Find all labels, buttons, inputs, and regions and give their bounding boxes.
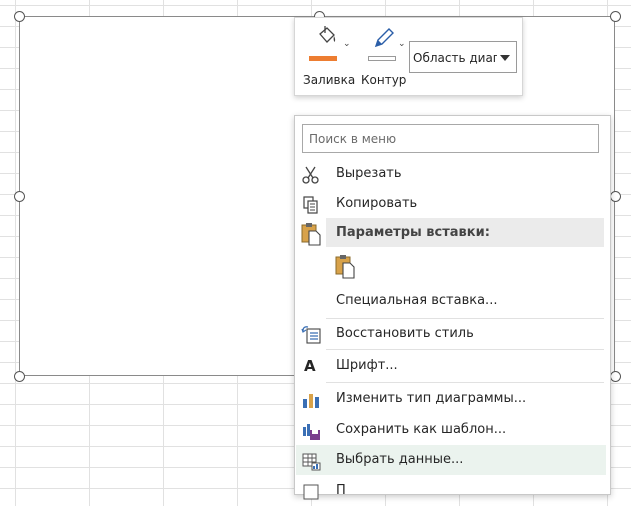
menu-item-paste-special[interactable]: Специальная вставка... [296,286,606,316]
menu-item-reset-style[interactable]: Восстановить стиль [296,319,606,349]
menu-item-label: Вырезать [336,166,402,181]
font-icon: A [304,357,316,375]
menu-item-copy[interactable]: Копировать [296,189,606,219]
menu-item-label: Выбрать данные... [336,452,464,467]
menu-item-change-chart-type[interactable]: Изменить тип диаграммы... [296,384,606,414]
chart-element-select[interactable]: Область диаграммы [409,41,517,73]
section-label: Параметры вставки: [336,225,490,240]
menu-item-font[interactable]: A Шрифт... [296,351,606,381]
menu-item-label: Шрифт... [336,358,398,373]
resize-handle-bottom-right[interactable] [610,371,621,382]
menu-item-save-as-template[interactable]: Сохранить как шаблон... [296,415,606,445]
paste-option-keep-formatting[interactable] [328,249,362,283]
chart-element-value: Область диаграммы [413,51,497,65]
save-template-icon [303,424,320,440]
paint-bucket-icon [319,26,336,43]
chevron-down-icon[interactable]: ⌄ [398,39,406,49]
menu-item-label: Изменить тип диаграммы... [336,391,527,406]
context-menu: Вырезать Копировать Параметры вставки: С… [294,115,611,500]
menu-item-label: Восстановить стиль [336,326,474,341]
change-chart-type-icon [303,394,319,408]
pencil-icon [374,28,394,48]
menu-item-label: Копировать [336,196,418,211]
menu-item-next[interactable]: П [296,476,606,506]
menu-item-label: Сохранить как шаблон... [336,422,507,437]
clipboard-icon [301,223,321,246]
copy-icon [303,196,318,214]
resize-handle-right[interactable] [610,191,621,202]
paste-icon [335,255,355,279]
paste-options-header: Параметры вставки: [326,218,604,247]
menu-item-cut[interactable]: Вырезать [296,159,606,189]
resize-handle-bottom-left[interactable] [14,371,25,382]
resize-handle-top-right[interactable] [610,11,621,22]
scissors-icon [302,166,319,184]
reset-style-icon [301,326,321,344]
menu-separator [326,382,604,383]
chevron-down-icon[interactable]: ⌄ [343,39,351,49]
menu-item-label: П [336,483,346,498]
dropdown-arrow-icon [500,55,510,61]
outline-button[interactable]: ⌄ Контур [361,24,407,88]
menu-separator [326,349,604,350]
mini-toolbar: ⌄ Заливка ⌄ Контур Область диаграммы [294,17,523,96]
fill-color-swatch [309,56,337,61]
outline-color-swatch [368,56,396,61]
menu-item-label: Специальная вставка... [336,293,498,308]
resize-handle-top-left[interactable] [14,11,25,22]
rotate-icon [303,484,319,500]
fill-label: Заливка [303,73,356,87]
menu-search-input[interactable] [302,124,599,153]
select-data-icon [302,453,321,471]
menu-item-select-data[interactable]: Выбрать данные... [296,445,606,475]
outline-label: Контур [361,73,407,87]
resize-handle-left[interactable] [14,191,25,202]
fill-button[interactable]: ⌄ Заливка [303,24,355,88]
